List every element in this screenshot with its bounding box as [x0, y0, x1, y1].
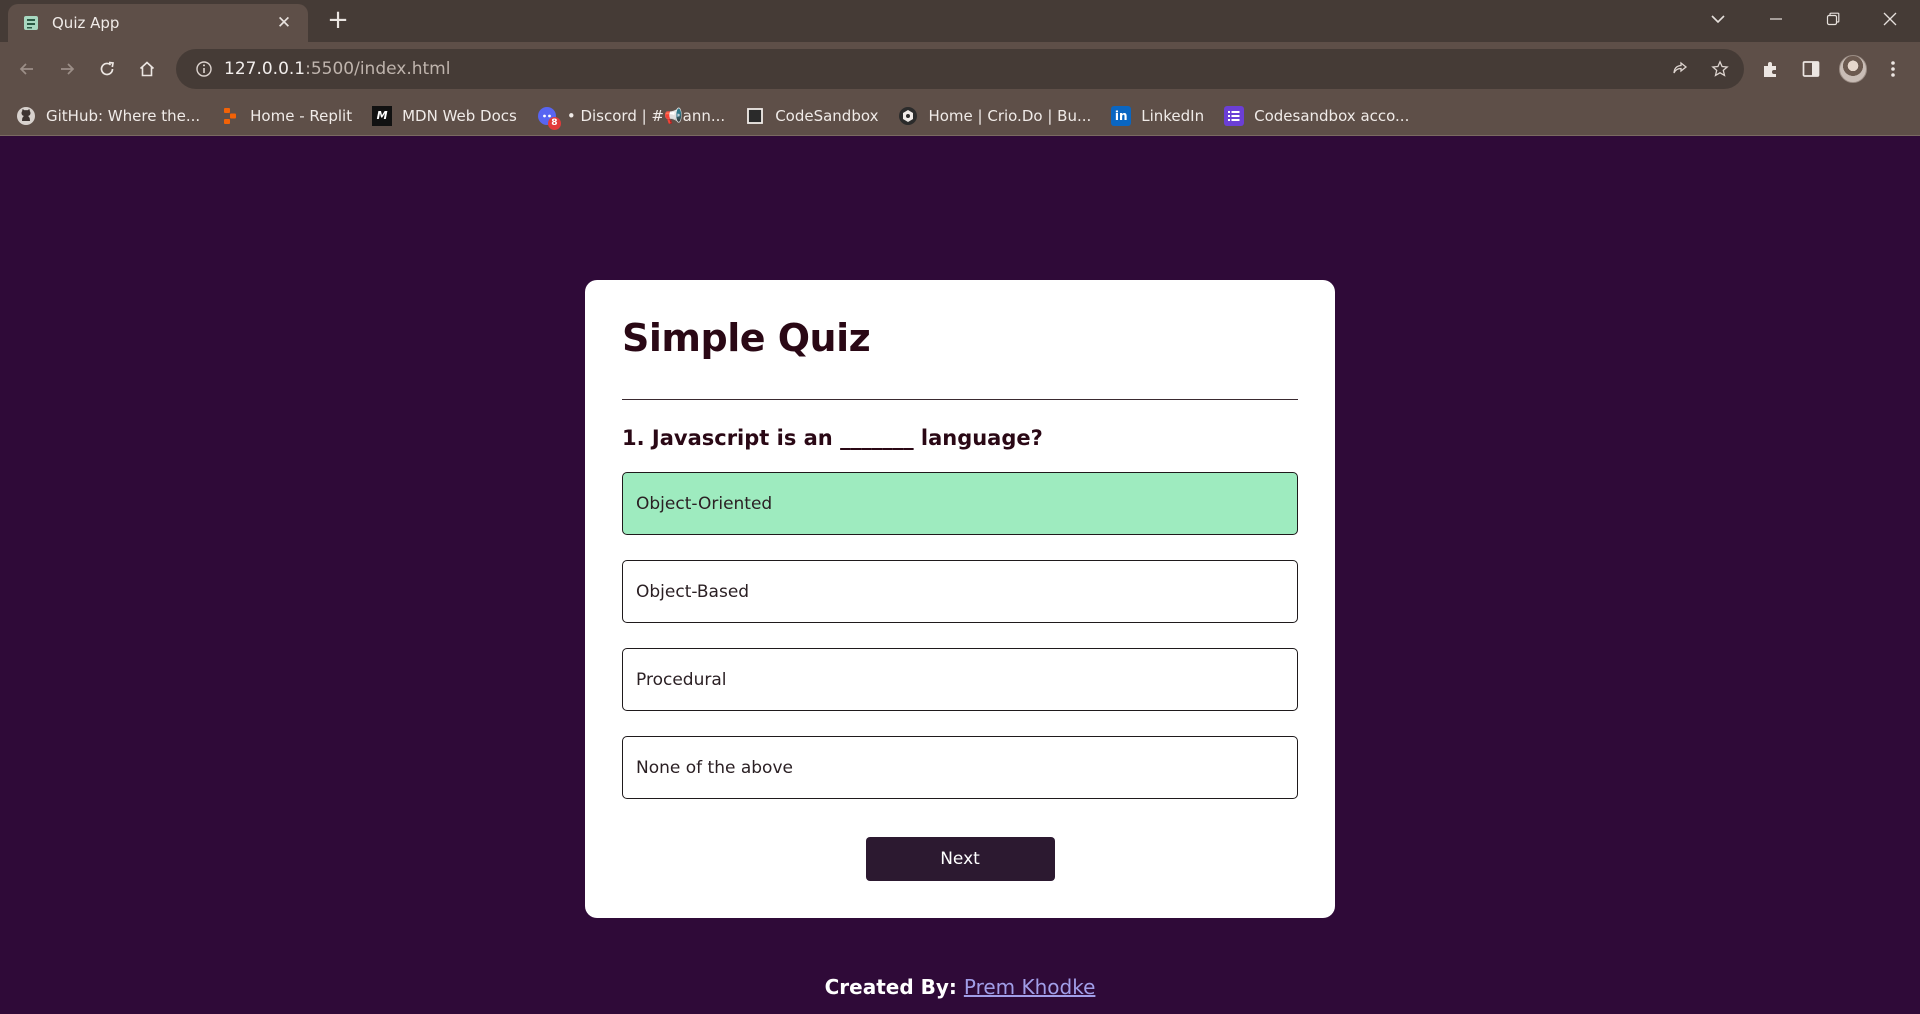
replit-icon: [220, 106, 240, 126]
next-button[interactable]: Next: [865, 837, 1055, 881]
bookmark-label: GitHub: Where the...: [46, 106, 201, 125]
bookmark-codesandbox-account[interactable]: Codesandbox acco...: [1224, 105, 1410, 126]
mdn-icon: M: [372, 105, 393, 126]
bookmark-codesandbox[interactable]: CodeSandbox: [745, 106, 878, 126]
bookmark-linkedin[interactable]: in LinkedIn: [1111, 105, 1205, 126]
reload-icon[interactable]: [92, 54, 122, 84]
bookmark-star-icon[interactable]: [1703, 49, 1737, 89]
profile-avatar[interactable]: [1838, 54, 1868, 84]
title-divider: [622, 399, 1298, 400]
answer-button-object-based[interactable]: Object-Based: [622, 560, 1298, 623]
codesandbox-icon: [745, 106, 765, 126]
answer-button-object-oriented[interactable]: Object-Oriented: [622, 472, 1298, 535]
new-tab-button[interactable]: +: [323, 6, 353, 36]
bookmark-label: CodeSandbox: [775, 106, 879, 125]
bookmarks-bar: GitHub: Where the... Home - Replit M MDN…: [0, 96, 1920, 136]
bookmark-label: LinkedIn: [1141, 106, 1205, 125]
bookmark-crio[interactable]: Home | Crio.Do | Bu...: [898, 106, 1091, 126]
answer-button-none-of-the-above[interactable]: None of the above: [622, 736, 1298, 799]
browser-titlebar: Quiz App ✕ +: [0, 0, 1920, 42]
side-panel-icon[interactable]: [1796, 54, 1826, 84]
next-wrap: Next: [622, 837, 1298, 881]
quiz-title: Simple Quiz: [622, 316, 871, 360]
address-bar[interactable]: 127.0.0.1:5500/index.html: [176, 49, 1744, 89]
back-arrow-icon[interactable]: [12, 54, 42, 84]
notification-badge: 8: [547, 116, 561, 130]
author-link[interactable]: Prem Khodke: [964, 975, 1096, 999]
bookmark-label: Home - Replit: [250, 106, 353, 125]
url-path: :5500/index.html: [305, 59, 451, 79]
bookmark-discord[interactable]: 8 • Discord | #📢ann...: [537, 106, 726, 130]
forward-arrow-icon[interactable]: [52, 54, 82, 84]
tab-close-icon[interactable]: ✕: [274, 13, 294, 33]
bookmark-label: • Discord | #📢ann...: [566, 106, 726, 125]
bookmark-label: Codesandbox acco...: [1254, 106, 1410, 125]
close-window-icon[interactable]: [1862, 0, 1918, 38]
bookmark-mdn[interactable]: M MDN Web Docs: [372, 105, 517, 126]
answer-button-procedural[interactable]: Procedural: [622, 648, 1298, 711]
question-text: 1. Javascript is an _______ language?: [622, 426, 1043, 450]
site-info-icon[interactable]: [184, 60, 224, 78]
tab-title: Quiz App: [52, 14, 120, 32]
bookmark-github[interactable]: GitHub: Where the...: [16, 106, 200, 126]
crio-icon: [898, 106, 918, 126]
bookmark-replit[interactable]: Home - Replit: [220, 106, 352, 126]
tab-quiz-app[interactable]: Quiz App ✕: [8, 4, 308, 42]
share-icon[interactable]: [1663, 49, 1697, 89]
github-icon: [16, 106, 36, 126]
browser-toolbar: 127.0.0.1:5500/index.html: [0, 42, 1920, 96]
bookmark-label: Home | Crio.Do | Bu...: [928, 106, 1092, 125]
footer-prefix: Created By:: [824, 975, 957, 999]
restore-icon[interactable]: [1805, 0, 1861, 38]
footer-credit: Created By: Prem Khodke: [0, 975, 1920, 999]
avatar: [1839, 55, 1867, 83]
quiz-card: Simple Quiz 1. Javascript is an _______ …: [585, 280, 1335, 918]
list-icon: [1224, 105, 1245, 126]
home-icon[interactable]: [132, 54, 162, 84]
menu-kebab-icon[interactable]: [1878, 54, 1908, 84]
extensions-puzzle-icon[interactable]: [1756, 54, 1786, 84]
bookmark-label: MDN Web Docs: [402, 106, 517, 125]
quiz-favicon-icon: [22, 14, 40, 32]
url-host: 127.0.0.1: [224, 59, 306, 79]
answer-list: Object-Oriented Object-Based Procedural …: [622, 472, 1298, 799]
linkedin-icon: in: [1111, 105, 1132, 126]
discord-icon: 8: [537, 106, 561, 130]
tab-search-chevron-icon[interactable]: [1690, 0, 1746, 38]
minimize-icon[interactable]: [1748, 0, 1804, 38]
